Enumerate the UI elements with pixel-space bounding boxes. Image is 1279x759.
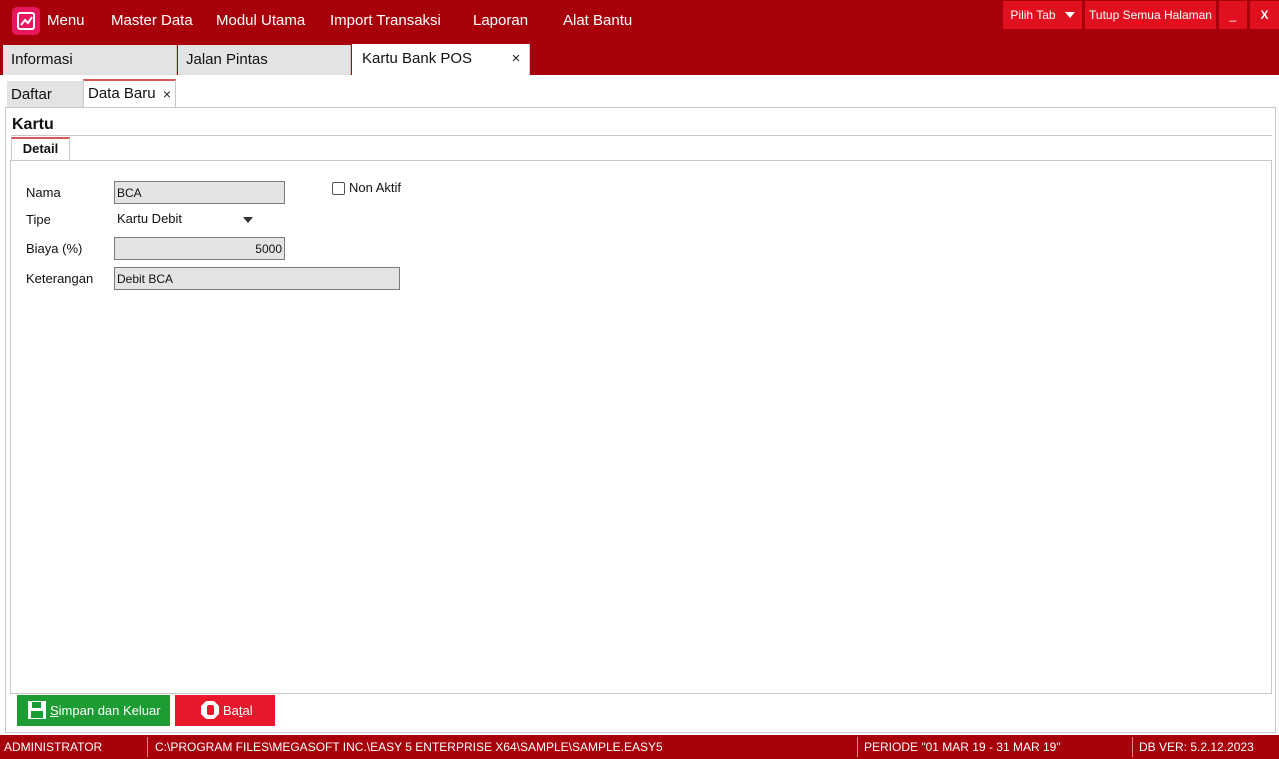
cancel-button[interactable]: Batal — [175, 695, 275, 726]
menu-laporan[interactable]: Laporan — [473, 11, 528, 31]
save-label-rest: impan dan Keluar — [58, 703, 161, 718]
non-aktif-label: Non Aktif — [349, 180, 402, 195]
tipe-select[interactable]: Kartu Debit — [114, 208, 259, 232]
status-divider — [147, 737, 148, 757]
pick-tab-label: Pilih Tab — [1010, 8, 1056, 22]
top-menu-bar: Menu Master Data Modul Utama Import Tran… — [0, 0, 1279, 75]
close-icon[interactable]: × — [163, 81, 171, 107]
subtab-daftar[interactable]: Daftar — [7, 81, 83, 108]
tipe-label: Tipe — [26, 212, 51, 227]
minimize-button[interactable]: _ — [1219, 1, 1247, 29]
biaya-input[interactable] — [114, 237, 285, 260]
tab-detail[interactable]: Detail — [11, 137, 70, 161]
content-frame: Kartu Detail Nama Non Aktif Tipe Kartu D… — [5, 107, 1276, 733]
floppy-disk-icon — [28, 701, 46, 719]
non-aktif-checkbox[interactable] — [332, 182, 345, 195]
save-label: Simpan dan Keluar — [50, 695, 161, 726]
pick-tab-button[interactable]: Pilih Tab — [1003, 1, 1082, 29]
menu-import-transaksi[interactable]: Import Transaksi — [330, 11, 441, 31]
menu-button[interactable]: Menu — [47, 11, 85, 31]
chevron-down-icon — [243, 217, 253, 223]
keterangan-label: Keterangan — [26, 271, 94, 286]
chart-logo-icon[interactable] — [12, 7, 40, 35]
status-divider — [1132, 737, 1133, 757]
biaya-label: Biaya (%) — [26, 241, 83, 256]
status-path: C:\PROGRAM FILES\MEGASOFT INC.\EASY 5 EN… — [155, 740, 663, 754]
section-title: Kartu — [12, 116, 54, 133]
keterangan-input[interactable] — [114, 267, 400, 290]
caret-down-icon — [1064, 11, 1075, 18]
section-header: Kartu — [11, 111, 1272, 136]
subtab-label: Data Baru — [88, 85, 156, 102]
menu-alat-bantu[interactable]: Alat Bantu — [563, 11, 632, 31]
cancel-label: Batal — [223, 695, 253, 726]
tab-kartu-bank-pos[interactable]: Kartu Bank POS × — [352, 44, 530, 75]
status-period: PERIODE "01 MAR 19 - 31 MAR 19" — [864, 740, 1061, 754]
save-accel: S — [50, 703, 59, 718]
app-window: Menu Master Data Modul Utama Import Tran… — [0, 0, 1279, 759]
menu-modul-utama[interactable]: Modul Utama — [216, 11, 305, 31]
close-app-button[interactable]: X — [1250, 1, 1279, 29]
status-db-version: DB VER: 5.2.12.2023 — [1139, 740, 1254, 754]
save-and-exit-button[interactable]: Simpan dan Keluar — [17, 695, 170, 726]
nama-label: Nama — [26, 185, 61, 200]
close-all-pages-button[interactable]: Tutup Semua Halaman — [1085, 1, 1216, 29]
tipe-select-value: Kartu Debit — [117, 211, 183, 226]
subtab-data-baru[interactable]: Data Baru × — [83, 79, 176, 108]
tab-label: Kartu Bank POS — [362, 50, 473, 67]
tab-label: Jalan Pintas — [186, 51, 268, 68]
cancel-label-c: al — [242, 703, 253, 718]
close-icon[interactable]: × — [509, 44, 523, 74]
tab-label: Informasi — [11, 51, 73, 68]
stop-hand-icon — [201, 701, 219, 719]
nama-input[interactable] — [114, 181, 285, 204]
subtab-label: Daftar — [11, 86, 52, 103]
status-user: ADMINISTRATOR — [4, 740, 103, 754]
status-bar: ADMINISTRATOR C:\PROGRAM FILES\MEGASOFT … — [0, 735, 1279, 759]
tab-informasi[interactable]: Informasi — [3, 45, 177, 75]
cancel-label-a: Ba — [223, 703, 239, 718]
menu-master-data[interactable]: Master Data — [111, 11, 193, 31]
tab-jalan-pintas[interactable]: Jalan Pintas — [178, 45, 351, 75]
status-divider — [857, 737, 858, 757]
